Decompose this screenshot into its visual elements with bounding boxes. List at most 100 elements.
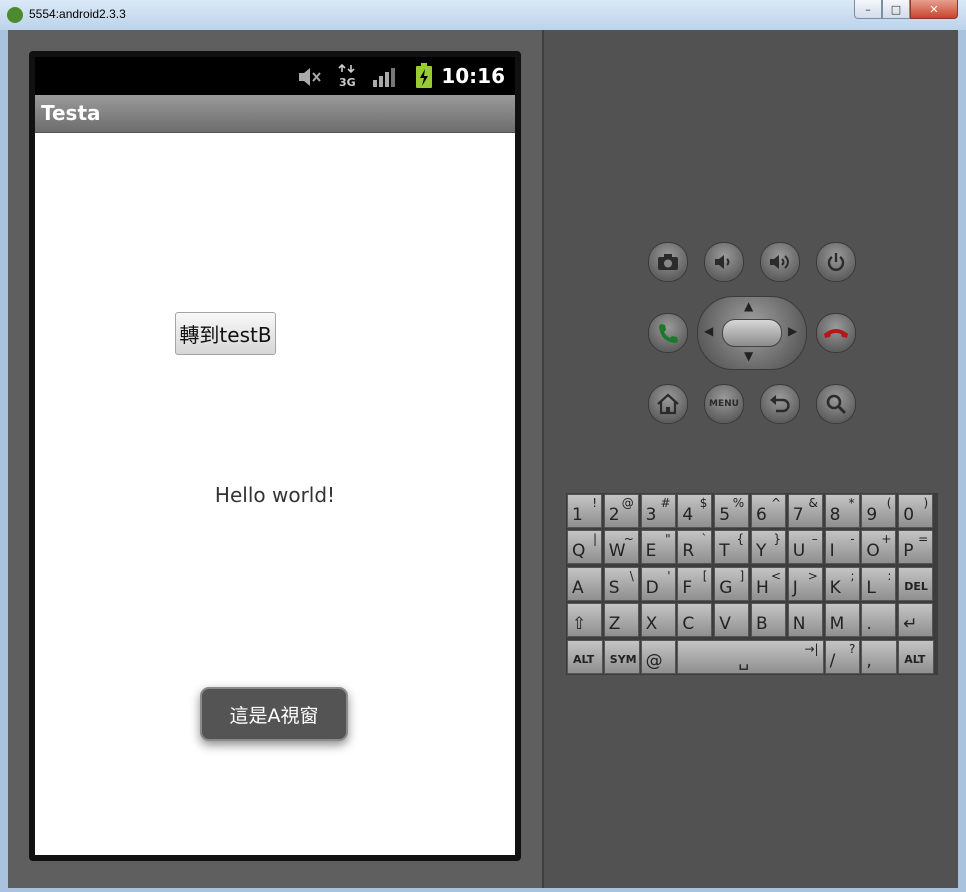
key-row5-1[interactable]: SYM [603, 639, 640, 674]
key-row3-2[interactable]: D ' [640, 566, 676, 601]
key-alt-label: ? [849, 641, 856, 656]
key-main-label: ALT [573, 652, 595, 666]
network-type-label: 3G [339, 76, 356, 88]
key-row3-1[interactable]: S \ [603, 566, 639, 601]
window-title: 5554:android2.3.3 [29, 7, 126, 21]
key-row2-6[interactable]: U – [787, 530, 823, 565]
key-row1-8[interactable]: 9( [861, 494, 897, 528]
key-main-label: V [719, 614, 731, 635]
toast-message: 這是A視窗 [200, 687, 348, 741]
key-row3-0[interactable]: A [567, 566, 602, 601]
key-main-label: B [756, 614, 768, 635]
key-row1-6[interactable]: 7 & [787, 494, 823, 528]
hello-text: Hello world! [214, 483, 336, 507]
key-row1-1[interactable]: 2 @ [603, 494, 639, 528]
key-main-label: 9 [866, 505, 878, 525]
call-button[interactable] [648, 313, 688, 353]
key-row5-4[interactable]: /? [824, 639, 861, 674]
dpad-right-icon[interactable]: ▶ [788, 324, 797, 338]
key-row2-0[interactable]: Q | [567, 530, 602, 565]
key-main-label: X [645, 614, 658, 635]
key-main-label: SYM [609, 652, 637, 666]
key-row2-5[interactable]: Y} [751, 530, 786, 565]
key-row1-2[interactable]: 3 # [640, 494, 676, 528]
home-button[interactable] [648, 384, 688, 424]
back-button[interactable] [760, 384, 800, 424]
key-row2-9[interactable]: P = [898, 530, 934, 565]
dpad-down-icon[interactable]: ▼ [744, 349, 753, 363]
key-row4-0[interactable]: ⇧ [567, 603, 602, 638]
key-row4-4[interactable]: V [714, 603, 750, 638]
search-button[interactable] [816, 384, 856, 424]
volume-down-icon [715, 255, 730, 269]
search-icon [826, 394, 847, 415]
key-row2-1[interactable]: W ~ [603, 530, 639, 565]
menu-button[interactable]: MENU [704, 384, 744, 424]
home-icon [657, 393, 679, 415]
power-icon [827, 253, 845, 271]
key-row3-3[interactable]: F[ [677, 566, 713, 601]
key-row2-2[interactable]: E " [640, 530, 676, 565]
key-row4-7[interactable]: M [824, 603, 860, 638]
volume-down-button[interactable] [704, 242, 744, 282]
key-row1-3[interactable]: 4 $ [677, 494, 713, 528]
key-row5-2[interactable]: @ [640, 639, 677, 674]
key-main-label: K [829, 577, 841, 598]
dpad[interactable]: ▲ ▼ ◀ ▶ [697, 296, 807, 370]
maximize-button[interactable]: □ [882, 0, 910, 19]
close-button[interactable]: ✕ [910, 0, 958, 19]
key-row3-7[interactable]: K; [824, 566, 860, 601]
key-row5-5[interactable]: , [861, 639, 898, 674]
hardware-keyboard: 1! 2 @3 #4 $5% 6 ^ 7 & 8 * 9(0) Q | W ~ E " R ` T{Y} U – I - O + P =… [566, 493, 938, 675]
key-row3-6[interactable]: J > [787, 566, 823, 601]
minimize-button[interactable]: – [854, 0, 882, 19]
key-main-label: DEL [904, 579, 928, 593]
key-row2-8[interactable]: O + [861, 530, 897, 565]
key-row4-9[interactable]: ↵ [898, 603, 934, 638]
key-main-label: 5 [719, 505, 731, 525]
dpad-up-icon[interactable]: ▲ [744, 299, 753, 313]
key-row5-6[interactable]: ALT [898, 639, 934, 674]
camera-button[interactable] [648, 242, 688, 282]
key-row4-8[interactable]: . [861, 603, 897, 638]
key-row1-7[interactable]: 8 * [824, 494, 860, 528]
key-row4-5[interactable]: B [751, 603, 786, 638]
key-row1-5[interactable]: 6 ^ [751, 494, 786, 528]
go-to-testb-button[interactable]: 轉到testB [175, 312, 276, 355]
key-row4-6[interactable]: N [787, 603, 823, 638]
emulator-skin-controls-panel [544, 30, 958, 888]
key-row1-0[interactable]: 1! [567, 494, 602, 528]
key-row4-2[interactable]: X [640, 603, 676, 638]
key-main-label: N [792, 614, 806, 635]
end-call-icon [824, 329, 848, 338]
key-alt-label: < [770, 568, 781, 583]
end-call-button[interactable] [816, 313, 856, 353]
menu-button-label: MENU [709, 399, 739, 409]
key-row3-5[interactable]: H < [751, 566, 786, 601]
key-row5-0[interactable]: ALT [567, 639, 603, 674]
key-row4-1[interactable]: Z [603, 603, 639, 638]
key-main-label: I [829, 541, 835, 562]
key-row3-8[interactable]: L: [861, 566, 897, 601]
key-alt-label: ' [667, 568, 671, 583]
window-border-right [958, 30, 966, 892]
power-button[interactable] [816, 242, 856, 282]
key-main-label: U [792, 541, 806, 562]
key-row1-4[interactable]: 5% [714, 494, 750, 528]
key-main-label: R [682, 541, 695, 562]
key-row3-9[interactable]: DEL [898, 566, 934, 601]
dpad-left-icon[interactable]: ◀ [704, 324, 713, 338]
dpad-center-button[interactable] [722, 319, 782, 347]
key-row3-4[interactable]: G] [714, 566, 750, 601]
key-main-label: C [682, 614, 695, 635]
key-main-label: 0 [903, 505, 915, 525]
key-row2-3[interactable]: R ` [677, 530, 713, 565]
key-alt-label: > [807, 568, 818, 583]
key-row1-9[interactable]: 0) [898, 494, 934, 528]
key-row4-3[interactable]: C [677, 603, 713, 638]
key-row2-4[interactable]: T{ [714, 530, 750, 565]
volume-up-button[interactable] [760, 242, 800, 282]
key-row5-3[interactable]: ␣ →| [677, 639, 824, 674]
key-main-label: F [682, 577, 693, 598]
key-row2-7[interactable]: I- [824, 530, 860, 565]
